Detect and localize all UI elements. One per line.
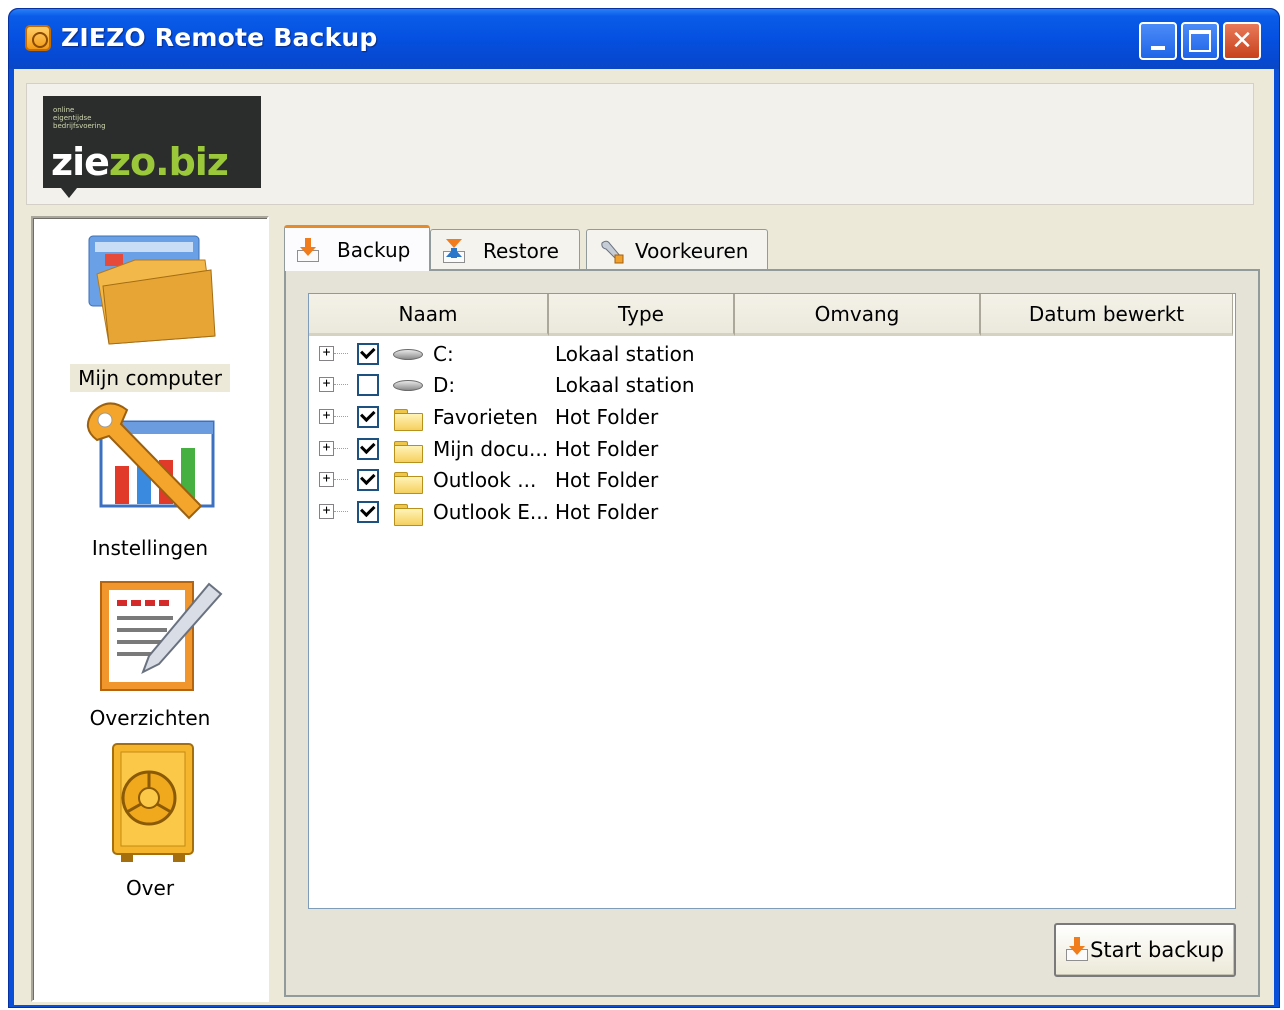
tab-restore[interactable]: Restore	[430, 229, 580, 271]
expand-icon[interactable]: +	[319, 441, 334, 456]
safe-icon	[75, 740, 225, 874]
folder-icon	[391, 501, 423, 526]
client-area: online eigentijdse bedrijfsvoering ziezo…	[14, 69, 1274, 1005]
start-backup-button[interactable]: Start backup	[1054, 923, 1236, 977]
logo-pointer	[61, 188, 77, 198]
expand-icon[interactable]: +	[319, 377, 334, 392]
folder-icon	[391, 438, 423, 463]
tab-voorkeuren[interactable]: Voorkeuren	[586, 229, 768, 271]
row-type: Lokaal station	[555, 341, 695, 366]
start-backup-label: Start backup	[1090, 938, 1224, 962]
minimize-button[interactable]	[1139, 22, 1177, 60]
download-arrow-icon	[297, 237, 319, 262]
header-banner: online eigentijdse bedrijfsvoering ziezo…	[26, 83, 1254, 205]
wrench-icon	[599, 239, 624, 263]
table-row[interactable]: + D: Lokaal station	[309, 369, 1235, 400]
expand-icon[interactable]: +	[319, 346, 334, 361]
row-type: Lokaal station	[555, 372, 695, 397]
sidebar-item-label: Overzichten	[89, 706, 211, 730]
row-name: C:	[433, 341, 454, 366]
wrench-chart-icon	[75, 394, 225, 534]
tree-connector	[334, 384, 348, 385]
sidebar-item-over[interactable]: Over	[33, 740, 267, 902]
sidebar-item-overzichten[interactable]: Overzichten	[33, 576, 267, 732]
backup-file-list[interactable]: Naam Type Omvang Datum bewerkt + C: Loka…	[308, 293, 1236, 909]
column-header-datum-bewerkt[interactable]: Datum bewerkt	[981, 294, 1233, 336]
tree-connector	[334, 416, 348, 417]
tree-connector	[334, 511, 348, 512]
app-logo-icon[interactable]	[25, 25, 51, 51]
logo-wordmark: ziezo.biz	[51, 140, 229, 184]
table-row[interactable]: + Outlook ... Hot Folder	[309, 464, 1235, 495]
table-row[interactable]: + Outlook E... Hot Folder	[309, 496, 1235, 527]
expand-icon[interactable]: +	[319, 504, 334, 519]
column-header-type[interactable]: Type	[549, 294, 735, 336]
sidebar-item-label: Instellingen	[91, 536, 209, 560]
table-row[interactable]: + Mijn docu... Hot Folder	[309, 433, 1235, 464]
report-pencil-icon	[75, 576, 225, 704]
row-type: Hot Folder	[555, 436, 659, 461]
folder-icon	[391, 406, 423, 431]
column-header-naam[interactable]: Naam	[309, 294, 549, 336]
app-window: ZIEZO Remote Backup ✕ online eigentijdse…	[8, 8, 1280, 1008]
row-type: Hot Folder	[555, 404, 659, 429]
window-title: ZIEZO Remote Backup	[61, 23, 378, 52]
table-row[interactable]: + C: Lokaal station	[309, 338, 1235, 369]
list-header: Naam Type Omvang Datum bewerkt	[309, 294, 1235, 336]
tab-backup[interactable]: Backup	[284, 225, 430, 271]
maximize-button[interactable]	[1181, 22, 1219, 60]
tree-connector	[334, 448, 348, 449]
sidebar-item-instellingen[interactable]: Instellingen	[33, 394, 267, 562]
drive-icon	[391, 343, 423, 365]
logo-tagline: online eigentijdse bedrijfsvoering	[53, 106, 106, 130]
folder-computer-icon	[75, 224, 225, 364]
row-type: Hot Folder	[555, 499, 659, 524]
row-type: Hot Folder	[555, 467, 659, 492]
sidebar: Mijn computer Instellingen Overzichten O…	[31, 216, 269, 1002]
row-checkbox[interactable]	[357, 468, 379, 491]
row-name: Favorieten	[433, 404, 538, 429]
row-name: Outlook ...	[433, 467, 537, 492]
expand-icon[interactable]: +	[319, 472, 334, 487]
tree-connector	[334, 479, 348, 480]
row-checkbox[interactable]	[357, 373, 379, 396]
sidebar-item-label: Over	[125, 876, 175, 900]
row-checkbox[interactable]	[357, 342, 379, 365]
row-name: D:	[433, 372, 456, 397]
drive-icon	[391, 374, 423, 396]
column-header-omvang[interactable]: Omvang	[735, 294, 981, 336]
row-checkbox[interactable]	[357, 437, 379, 460]
backup-tab-panel: Naam Type Omvang Datum bewerkt + C: Loka…	[284, 269, 1260, 997]
table-row[interactable]: + Favorieten Hot Folder	[309, 401, 1235, 432]
download-arrow-icon	[1066, 937, 1089, 963]
tree-connector	[334, 353, 348, 354]
sidebar-item-label: Mijn computer	[70, 364, 230, 392]
upload-arrow-icon	[443, 238, 465, 263]
row-checkbox[interactable]	[357, 500, 379, 523]
row-checkbox[interactable]	[357, 405, 379, 428]
folder-icon	[391, 469, 423, 494]
close-button[interactable]: ✕	[1223, 22, 1261, 60]
sidebar-item-mijn-computer[interactable]: Mijn computer	[33, 224, 267, 392]
brand-logo: online eigentijdse bedrijfsvoering ziezo…	[43, 96, 261, 188]
expand-icon[interactable]: +	[319, 409, 334, 424]
row-name: Outlook E...	[433, 499, 549, 524]
close-icon: ✕	[1231, 26, 1253, 56]
title-bar[interactable]: ZIEZO Remote Backup ✕	[9, 9, 1279, 69]
row-name: Mijn docu...	[433, 436, 549, 461]
